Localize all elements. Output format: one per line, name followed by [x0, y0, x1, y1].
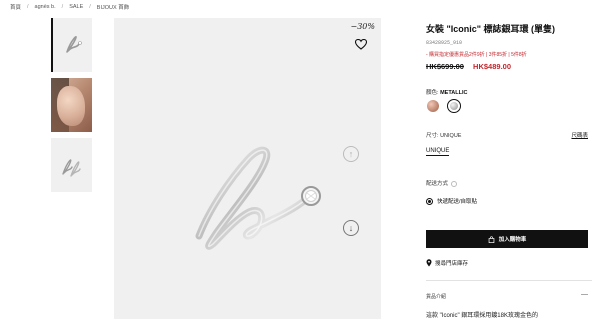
- price-original: HK$699.00: [426, 62, 464, 71]
- size-guide-link[interactable]: 尺碼表: [571, 131, 588, 139]
- breadcrumb-separator: /: [61, 4, 64, 10]
- help-icon[interactable]: [451, 180, 458, 187]
- color-swatch-rose[interactable]: [427, 100, 439, 112]
- breadcrumb-separator: /: [89, 4, 91, 10]
- color-swatch-silver-fill: [450, 102, 458, 110]
- breadcrumb: 首頁 / agnès b. / SALE / BIJOUX 首飾: [10, 3, 129, 11]
- breadcrumb-separator: /: [27, 4, 29, 10]
- shipping-label-text: 配送方式: [426, 181, 449, 187]
- add-to-cart-button[interactable]: 加入購物車: [426, 230, 588, 248]
- size-label-text: 尺寸:: [426, 133, 439, 139]
- earring-thumb-icon: [66, 36, 82, 53]
- description-text: 這款 "Iconic" 銀耳環採用鍍18K玫瑰金色的: [426, 313, 538, 319]
- store-stock-label: 搜尋門店庫存: [435, 261, 469, 267]
- description-toggle[interactable]: —: [581, 291, 588, 298]
- thumbnail-list: [51, 18, 93, 198]
- shipping-option-label: 快遞配送/自取貼: [437, 199, 478, 205]
- size-value: UNIQUE: [440, 133, 462, 139]
- product-title: 女裝 "Iconic" 標誌銀耳環 (單隻): [426, 24, 556, 34]
- price-sale: HK$489.00: [473, 62, 511, 71]
- earring-product-icon: [195, 146, 321, 250]
- arrow-down-icon: ↓: [348, 223, 354, 233]
- color-label-text: 顏色:: [426, 90, 439, 96]
- shipping-label: 配送方式: [426, 179, 458, 187]
- divider: [426, 280, 592, 281]
- discount-badge: −30%: [350, 22, 375, 31]
- shipping-option[interactable]: 快遞配送/自取貼: [426, 197, 477, 205]
- size-label: 尺寸: UNIQUE: [426, 131, 461, 139]
- add-to-cart-label: 加入購物車: [498, 237, 527, 243]
- radio-selected-icon[interactable]: [426, 197, 433, 205]
- promo-text: - 購買指定優惠貨品2件9折 | 3件85折 | 5件8折: [426, 52, 527, 58]
- earring-pair-icon: [62, 159, 81, 177]
- product-thumb-model[interactable]: [51, 78, 92, 132]
- breadcrumb-item-home[interactable]: 首頁: [10, 3, 21, 11]
- breadcrumb-item-sale[interactable]: SALE: [69, 4, 83, 10]
- breadcrumb-item-bijoux[interactable]: BIJOUX 首飾: [97, 3, 129, 11]
- bag-icon: [488, 235, 495, 243]
- color-label: 顏色: METALLIC: [426, 88, 467, 96]
- product-thumb-detail[interactable]: [51, 138, 92, 192]
- product-thumb-silhouette[interactable]: [51, 18, 92, 72]
- arrow-up-button[interactable]: ↑: [343, 146, 359, 162]
- description-heading: 貨品介紹: [426, 294, 447, 300]
- model-hand: [57, 86, 85, 126]
- arrow-up-icon: ↑: [348, 149, 354, 159]
- color-swatch-silver[interactable]: [447, 99, 461, 113]
- price-row: HK$699.00 HK$489.00: [426, 62, 511, 71]
- main-product-image: −30% ↑ ↓: [114, 18, 381, 319]
- location-pin-icon: [426, 259, 432, 267]
- store-stock-link[interactable]: 搜尋門店庫存: [426, 259, 468, 267]
- size-option-unique[interactable]: UNIQUE: [426, 148, 450, 156]
- breadcrumb-item-brand[interactable]: agnès b.: [35, 4, 56, 10]
- color-value: METALLIC: [440, 90, 468, 96]
- heart-icon[interactable]: [355, 39, 367, 50]
- arrow-down-button[interactable]: ↓: [343, 220, 359, 236]
- product-sku: 83428925_910: [426, 40, 463, 46]
